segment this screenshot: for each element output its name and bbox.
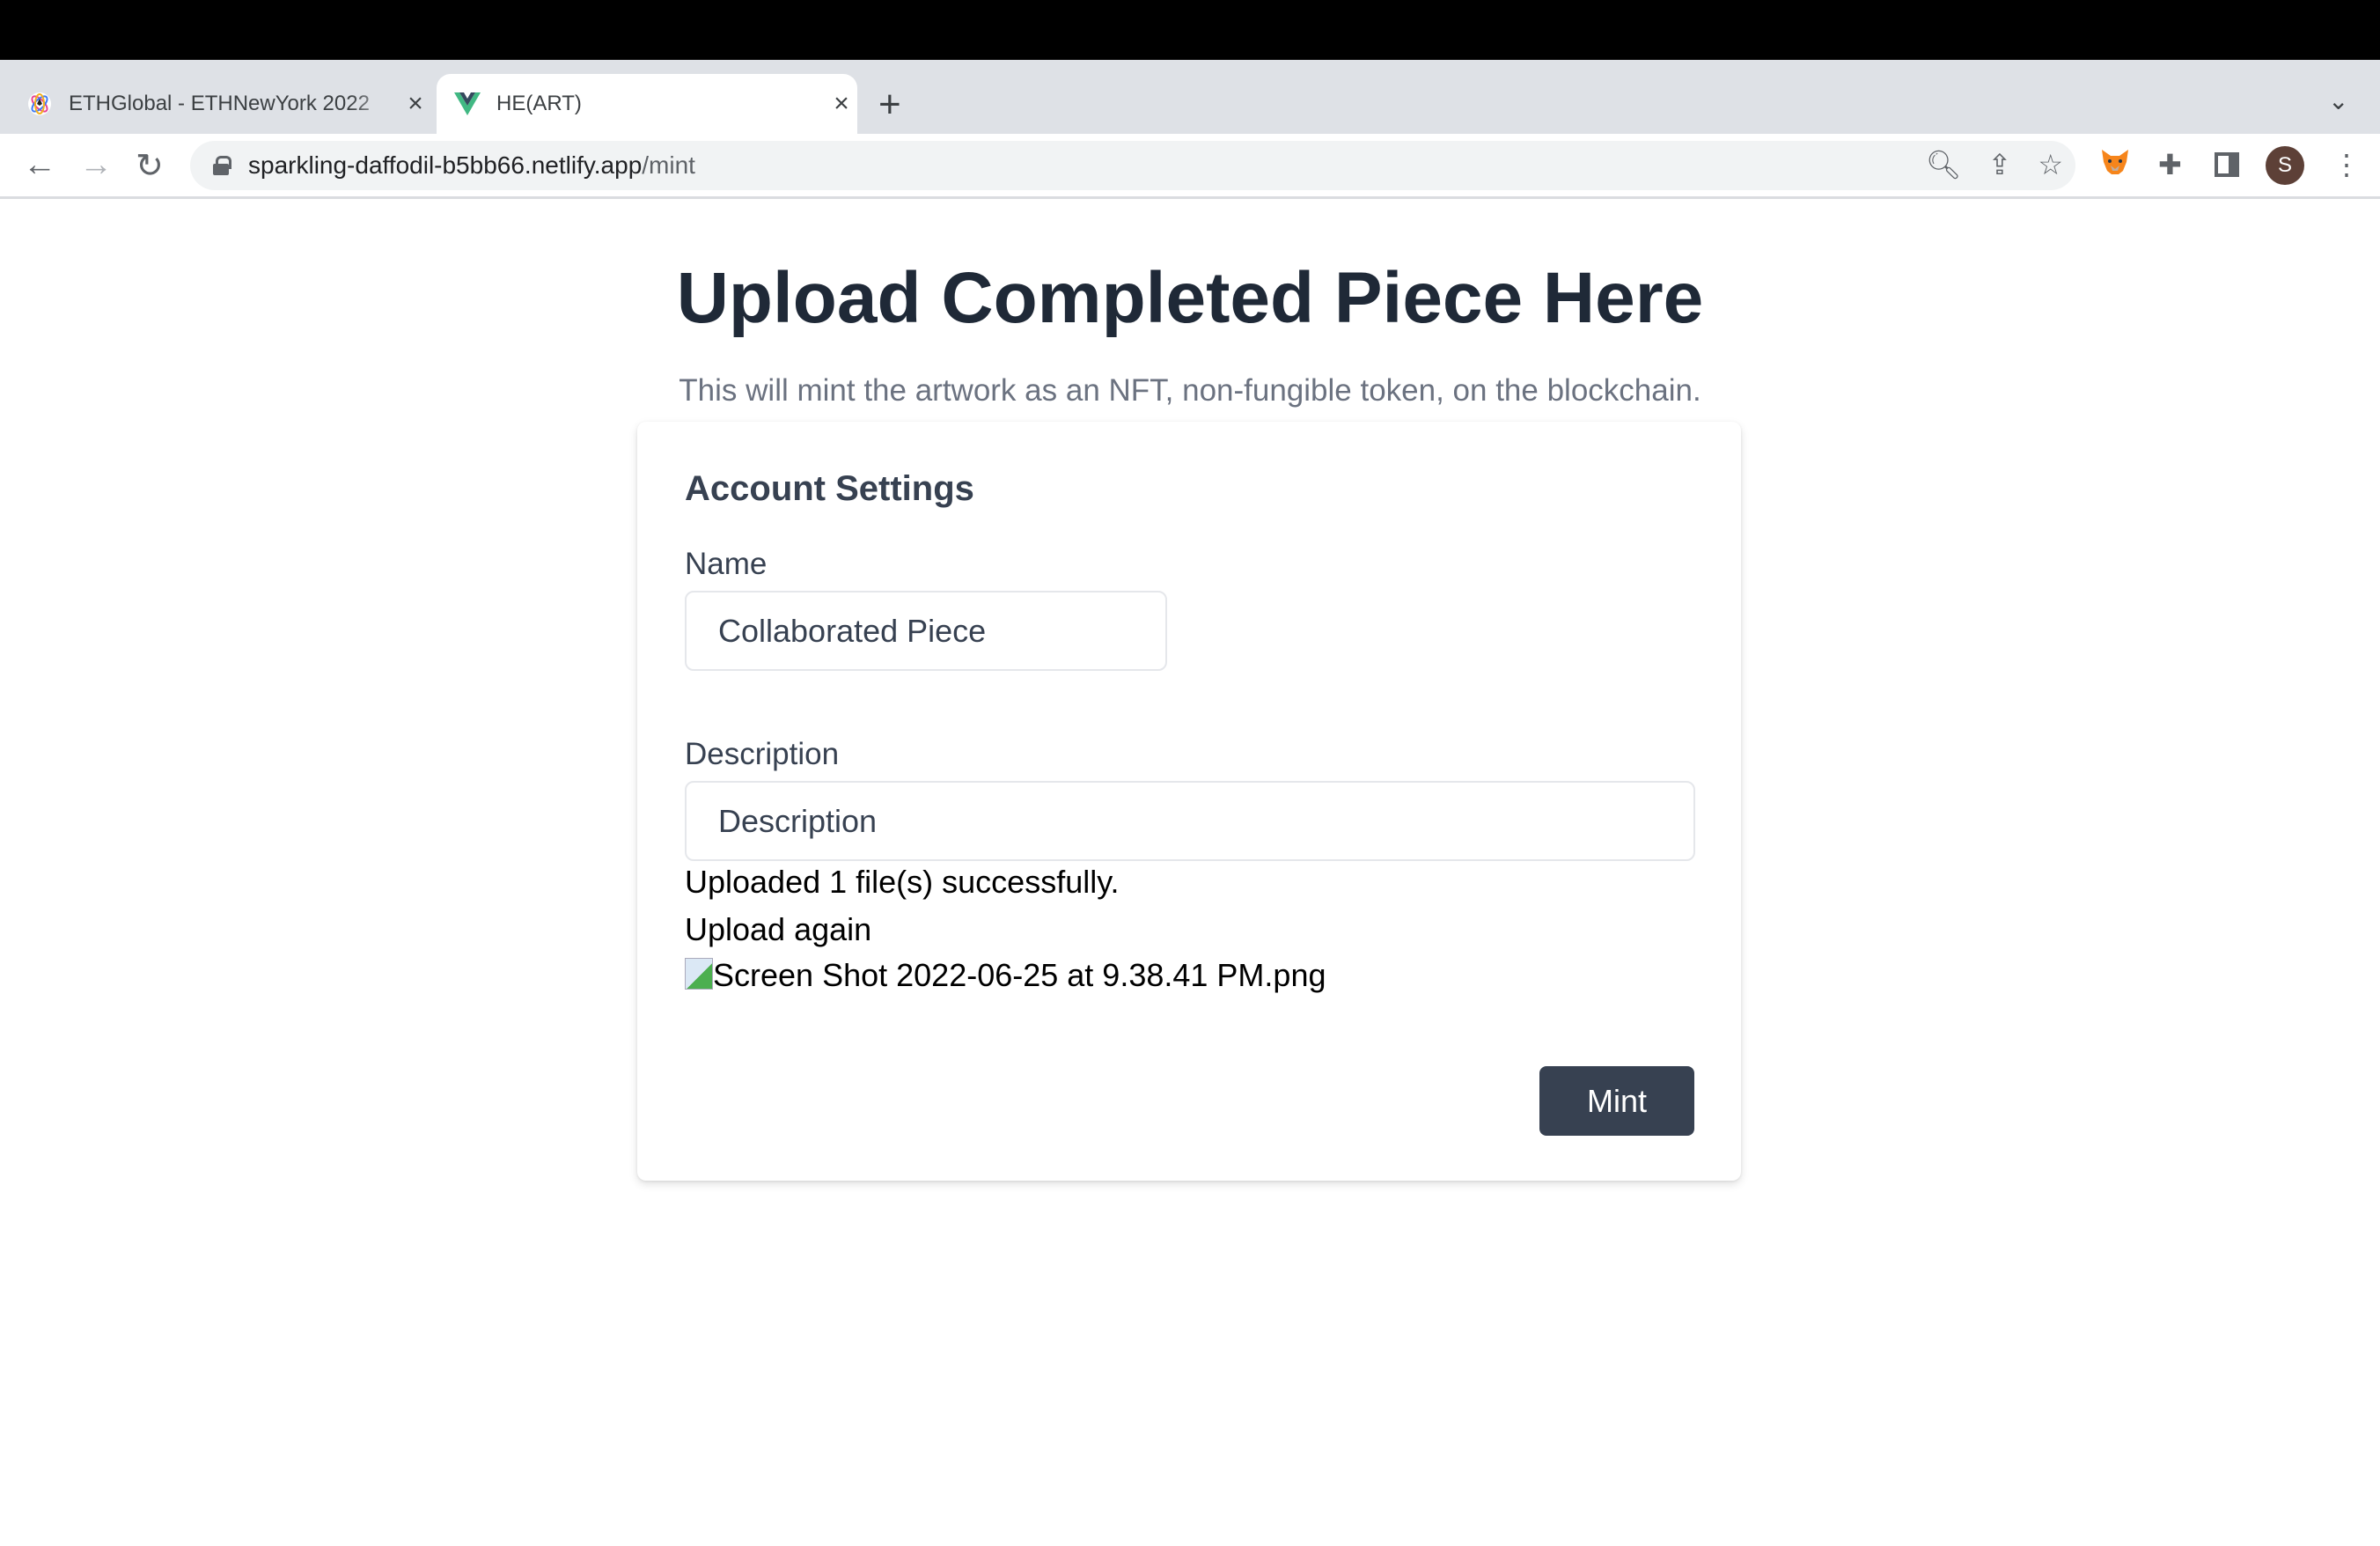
vue-icon [454,91,481,117]
name-label: Name [685,547,768,581]
ethglobal-icon [26,91,53,117]
side-panel-icon[interactable] [2215,151,2239,184]
more-menu-icon[interactable]: ⋮ [2332,148,2361,181]
forward-icon[interactable]: → [79,146,113,184]
mint-button[interactable]: Mint [1539,1066,1694,1136]
close-tab-icon[interactable]: × [826,89,857,119]
broken-image-icon [685,958,713,990]
chevron-down-icon[interactable]: ⌄ [2328,86,2348,115]
uploaded-image: Screen Shot 2022-06-25 at 9.38.41 PM.png [685,957,1326,994]
share-icon[interactable]: ⇪ [1988,148,2012,181]
close-tab-icon[interactable]: × [400,89,431,119]
reload-icon[interactable]: ↻ [136,146,164,186]
profile-avatar[interactable]: S [2266,146,2304,185]
page-title: Upload Completed Piece Here [676,258,1704,338]
page-subtitle: This will mint the artwork as an NFT, no… [679,373,1701,408]
tab-ethglobal[interactable]: ETHGlobal - ETHNewYork 2022 × [26,74,431,134]
tab-title: ETHGlobal - ETHNewYork 2022 [69,92,370,115]
form-heading: Account Settings [685,469,974,508]
address-bar[interactable]: sparkling-daffodil-b5bb66.netlify.app/mi… [190,141,2075,190]
url-text: sparkling-daffodil-b5bb66.netlify.app/mi… [248,151,695,179]
zoom-icon[interactable]: 🔍︎ [1926,148,1962,181]
page-content: Upload Completed Piece Here This will mi… [0,201,2380,1546]
image-alt-text: Screen Shot 2022-06-25 at 9.38.41 PM.png [713,957,1326,993]
mint-form-card: Account Settings Name Description Upload… [637,422,1741,1181]
lock-icon [213,156,231,175]
upload-status: Uploaded 1 file(s) successfully. [685,864,1120,900]
screen-top-bar [0,0,2380,60]
upload-again-link[interactable]: Upload again [685,911,871,948]
tab-strip: ETHGlobal - ETHNewYork 2022 × HE(ART) × … [0,60,2380,134]
name-input[interactable] [685,591,1167,671]
new-tab-icon[interactable]: + [878,83,901,127]
description-input[interactable] [685,781,1695,861]
browser-toolbar: ← → ↻ sparkling-daffodil-b5bb66.netlify.… [0,134,2380,199]
metamask-fox-icon[interactable] [2100,148,2130,183]
tab-heart[interactable]: HE(ART) × [437,74,857,134]
back-icon[interactable]: ← [23,146,56,184]
extensions-puzzle-icon[interactable]: ✚ [2158,148,2182,181]
tab-title: HE(ART) [496,92,582,115]
description-label: Description [685,737,840,771]
star-icon[interactable]: ☆ [2038,148,2063,181]
